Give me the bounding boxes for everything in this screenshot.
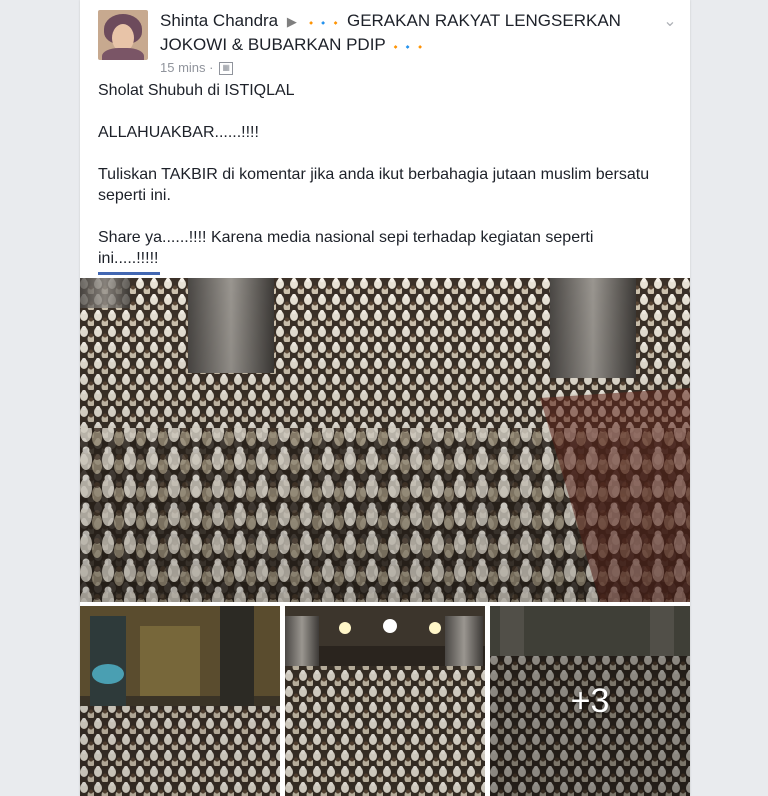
post-line: ALLAHUAKBAR......!!!! [98, 124, 259, 141]
chevron-down-icon[interactable]: ⌄ [662, 14, 678, 30]
crowd-photo-image [80, 278, 690, 602]
group-suffix-icons: 🔸🔹🔸 [390, 42, 427, 52]
post-line: Sholat Shubuh di ISTIQLAL [98, 82, 295, 99]
post-meta: 15 mins · ▦ [160, 60, 234, 76]
main-photo[interactable] [80, 278, 690, 602]
thumbnail-photo-1[interactable] [80, 606, 280, 796]
author-avatar[interactable] [98, 10, 148, 60]
post-text: Sholat Shubuh di ISTIQLAL ALLAHUAKBAR...… [98, 80, 658, 290]
scroll-indicator [98, 272, 160, 275]
author-name[interactable]: Shinta Chandra [160, 11, 278, 30]
thumbnail-photo-3[interactable]: +3 [490, 606, 690, 796]
post-time[interactable]: 15 mins [160, 60, 206, 75]
photo-thumbnails: +3 [80, 606, 690, 796]
post-title: Shinta Chandra ▶ 🔸🔹🔸 GERAKAN RAKYAT LENG… [160, 10, 640, 58]
right-frame [690, 0, 768, 796]
group-prefix-icons: 🔸🔹🔸 [305, 18, 343, 28]
meta-dot: · [209, 60, 214, 75]
more-photos-count[interactable]: +3 [490, 606, 690, 796]
post-line: Tuliskan TAKBIR di komentar jika anda ik… [98, 166, 650, 204]
arrow-icon: ▶ [286, 14, 297, 29]
post-line: Share ya......!!!! Karena media nasional… [98, 229, 594, 267]
thumbnail-photo-2[interactable] [285, 606, 485, 796]
post-card: Shinta Chandra ▶ 🔸🔹🔸 GERAKAN RAKYAT LENG… [80, 0, 690, 796]
mosque-lights-image [285, 606, 485, 796]
left-frame [0, 0, 80, 796]
mosque-interior-image [80, 606, 280, 796]
group-icon: ▦ [219, 62, 234, 76]
